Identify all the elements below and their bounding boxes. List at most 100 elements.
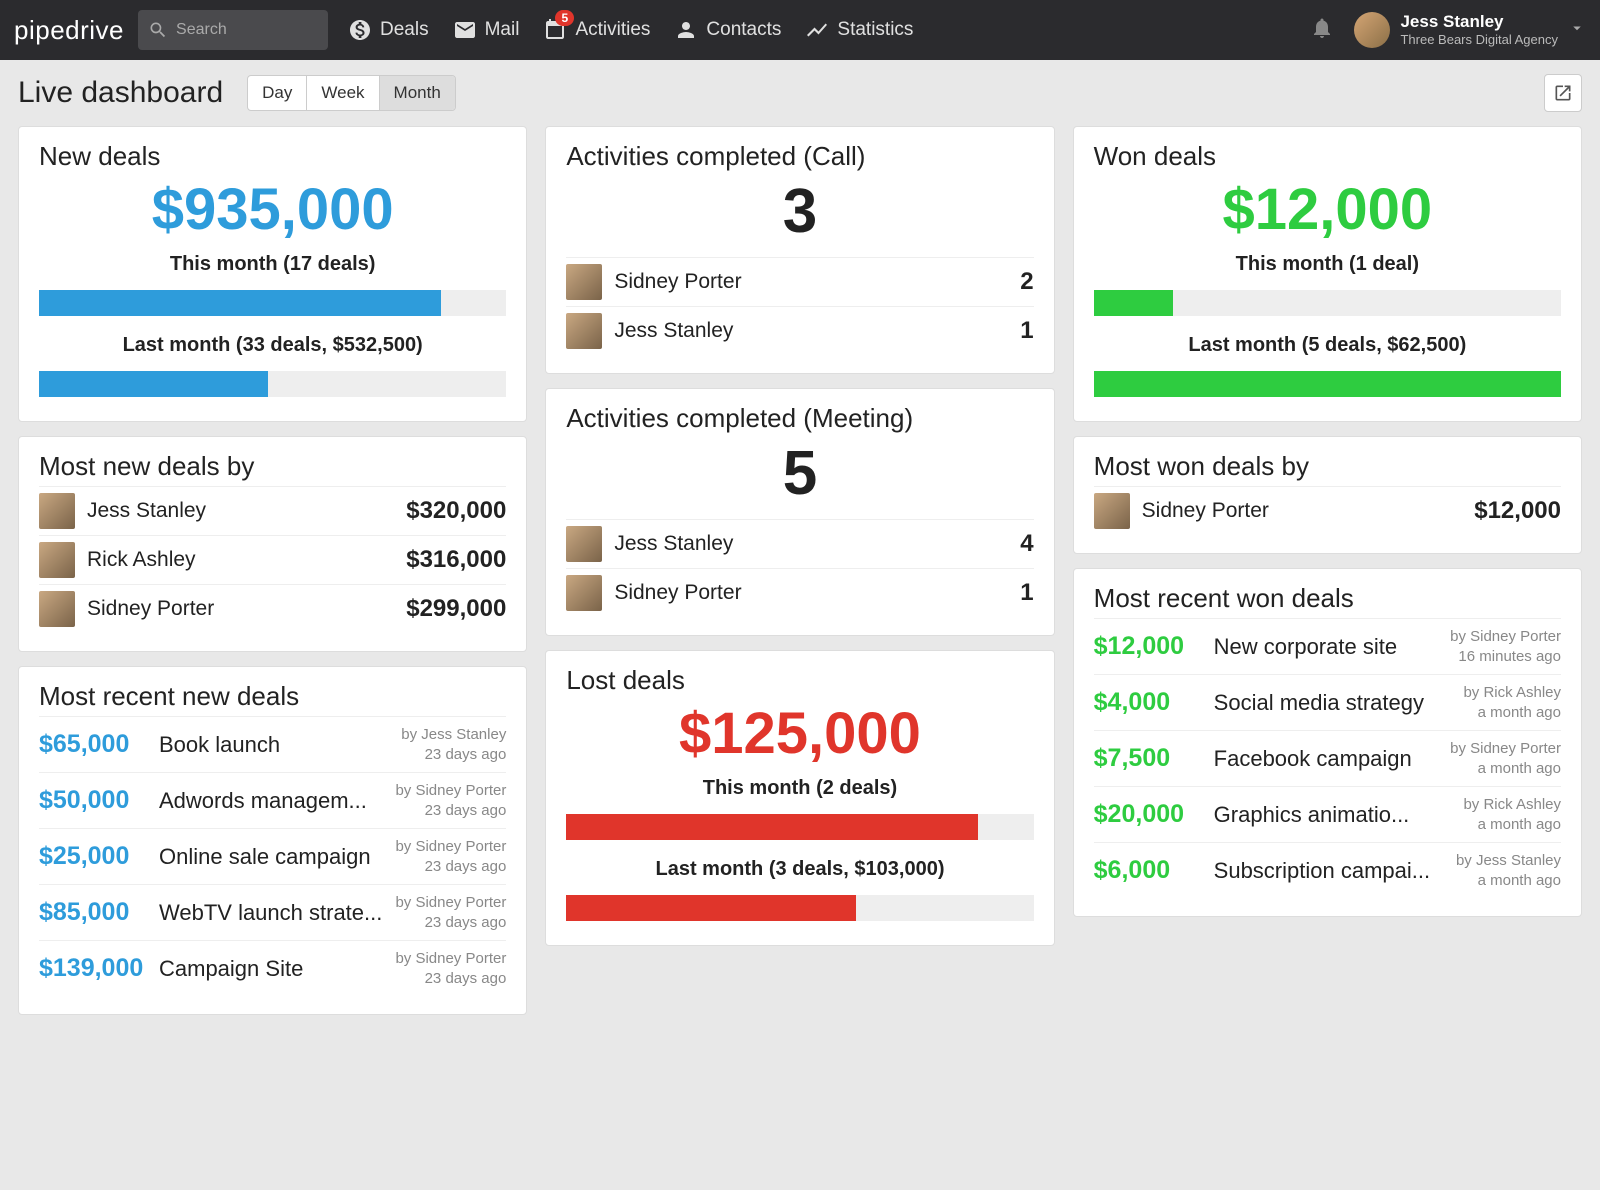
list-item[interactable]: Rick Ashley$316,000 [39,535,506,584]
lost-deals-card: Lost deals $125,000 This month (2 deals)… [545,650,1054,946]
list-item[interactable]: $6,000Subscription campai...by Jess Stan… [1094,842,1561,898]
this-month-label: This month (17 deals) [39,253,506,276]
list-item[interactable]: Jess Stanley $320,000 [39,486,506,535]
deal-amount: $7,500 [1094,744,1204,773]
bell-icon [1310,16,1334,40]
period-toggle: Day Week Month [247,75,456,111]
mail-icon [453,18,477,42]
period-month[interactable]: Month [380,76,455,110]
list-item[interactable]: Jess Stanley4 [566,519,1033,568]
deal-amount: $50,000 [39,786,149,815]
recent-new-deals-card: Most recent new deals $65,000 Book launch… [18,666,527,1015]
list-item[interactable]: $139,000Campaign Siteby Sidney Porter23 … [39,940,506,996]
deal-meta: by Rick Ashleya month ago [1463,683,1561,722]
person-name: Jess Stanley [87,499,394,523]
card-title: Most recent won deals [1094,583,1561,614]
deal-meta: by Sidney Porter23 days ago [395,781,506,820]
list-item[interactable]: $20,000 Graphics animatio... by Rick Ashle… [1094,786,1561,842]
card-title: Most recent new deals [39,681,506,712]
won-deals-value: $12,000 [1094,176,1561,243]
deal-title: Book launch [159,732,391,758]
deal-meta: by Rick Ashleya month ago [1463,795,1561,834]
deal-title: WebTV launch strate... [159,900,385,926]
deals-icon [348,18,372,42]
deal-amount: $20,000 [1094,800,1204,829]
nav-activities[interactable]: 5 Activities [543,18,650,42]
search-input[interactable]: Search [138,10,328,50]
this-month-label: This month (1 deal) [1094,253,1561,276]
nav-mail[interactable]: Mail [453,18,520,42]
most-new-deals-card: Most new deals by Jess Stanley $320,000 Ri… [18,436,527,652]
avatar [1094,493,1130,529]
nav-label: Contacts [706,19,781,41]
page-header: Live dashboard Day Week Month [0,60,1600,126]
nav-deals[interactable]: Deals [348,18,429,42]
deal-amount: $139,000 [39,954,149,983]
card-title: Activities completed (Call) [566,141,1033,172]
deal-meta: by Sidney Porter16 minutes ago [1450,627,1561,666]
this-month-bar [1094,290,1561,316]
deal-meta: by Jess Stanley23 days ago [401,725,506,764]
card-title: Most won deals by [1094,451,1561,482]
list-item[interactable]: Sidney Porter1 [566,568,1033,617]
person-name: Sidney Porter [614,270,1008,294]
nav-label: Activities [575,19,650,41]
new-deals-value: $935,000 [39,176,506,243]
person-value: $320,000 [406,497,506,525]
deal-amount: $4,000 [1094,688,1204,717]
deal-meta: by Sidney Portera month ago [1450,739,1561,778]
deal-title: Graphics animatio... [1214,802,1454,828]
card-title: Activities completed (Meeting) [566,403,1033,434]
deal-amount: $65,000 [39,730,149,759]
deal-amount: $25,000 [39,842,149,871]
list-item[interactable]: $85,000WebTV launch strate...by Sidney P… [39,884,506,940]
list-item[interactable]: Jess Stanley1 [566,306,1033,355]
list-item[interactable]: $12,000New corporate siteby Sidney Porte… [1094,618,1561,674]
person-value: 2 [1020,268,1033,296]
nav-contacts[interactable]: Contacts [674,18,781,42]
deal-amount: $85,000 [39,898,149,927]
deal-title: Subscription campai... [1214,858,1446,884]
this-month-bar [39,290,506,316]
external-link-icon [1553,83,1573,103]
dashboard-grid: New deals $935,000 This month (17 deals)… [0,126,1600,1033]
last-month-label: Last month (3 deals, $103,000) [566,858,1033,881]
user-name: Jess Stanley [1400,12,1558,32]
topbar-right: Jess Stanley Three Bears Digital Agency [1310,12,1586,48]
list-item[interactable]: Sidney Porter$12,000 [1094,486,1561,535]
person-value: $12,000 [1474,497,1561,525]
period-week[interactable]: Week [307,76,379,110]
avatar [39,542,75,578]
list-item[interactable]: $65,000 Book launch by Jess Stanley23 days… [39,716,506,772]
new-deals-card: New deals $935,000 This month (17 deals)… [18,126,527,422]
card-title: Most new deals by [39,451,506,482]
activities-call-card: Activities completed (Call) 3 Sidney Por… [545,126,1054,374]
person-value: 4 [1020,530,1033,558]
activities-call-value: 3 [566,176,1033,247]
list-item[interactable]: $25,000Online sale campaignby Sidney Por… [39,828,506,884]
list-item[interactable]: Sidney Porter$299,000 [39,584,506,633]
list-item[interactable]: $4,000 Social media strategy by Rick Ashle… [1094,674,1561,730]
user-menu[interactable]: Jess Stanley Three Bears Digital Agency [1354,12,1586,48]
list-item[interactable]: Sidney Porter 2 [566,257,1033,306]
deal-title: Social media strategy [1214,690,1454,716]
lost-deals-value: $125,000 [566,700,1033,767]
stats-icon [805,18,829,42]
avatar [566,526,602,562]
nav-statistics[interactable]: Statistics [805,18,913,42]
period-day[interactable]: Day [248,76,307,110]
deal-amount: $12,000 [1094,632,1204,661]
list-item[interactable]: $7,500Facebook campaignby Sidney Portera… [1094,730,1561,786]
activities-badge: 5 [555,10,574,26]
person-name: Rick Ashley [87,548,394,572]
last-month-bar [566,895,1033,921]
card-title: Lost deals [566,665,1033,696]
activities-meeting-value: 5 [566,438,1033,509]
list-item[interactable]: $50,000Adwords managem...by Sidney Porte… [39,772,506,828]
export-button[interactable] [1544,74,1582,112]
notifications-button[interactable] [1310,16,1334,45]
last-month-bar [1094,371,1561,397]
nav-label: Mail [485,19,520,41]
won-deals-card: Won deals $12,000 This month (1 deal) La… [1073,126,1582,422]
avatar [566,264,602,300]
